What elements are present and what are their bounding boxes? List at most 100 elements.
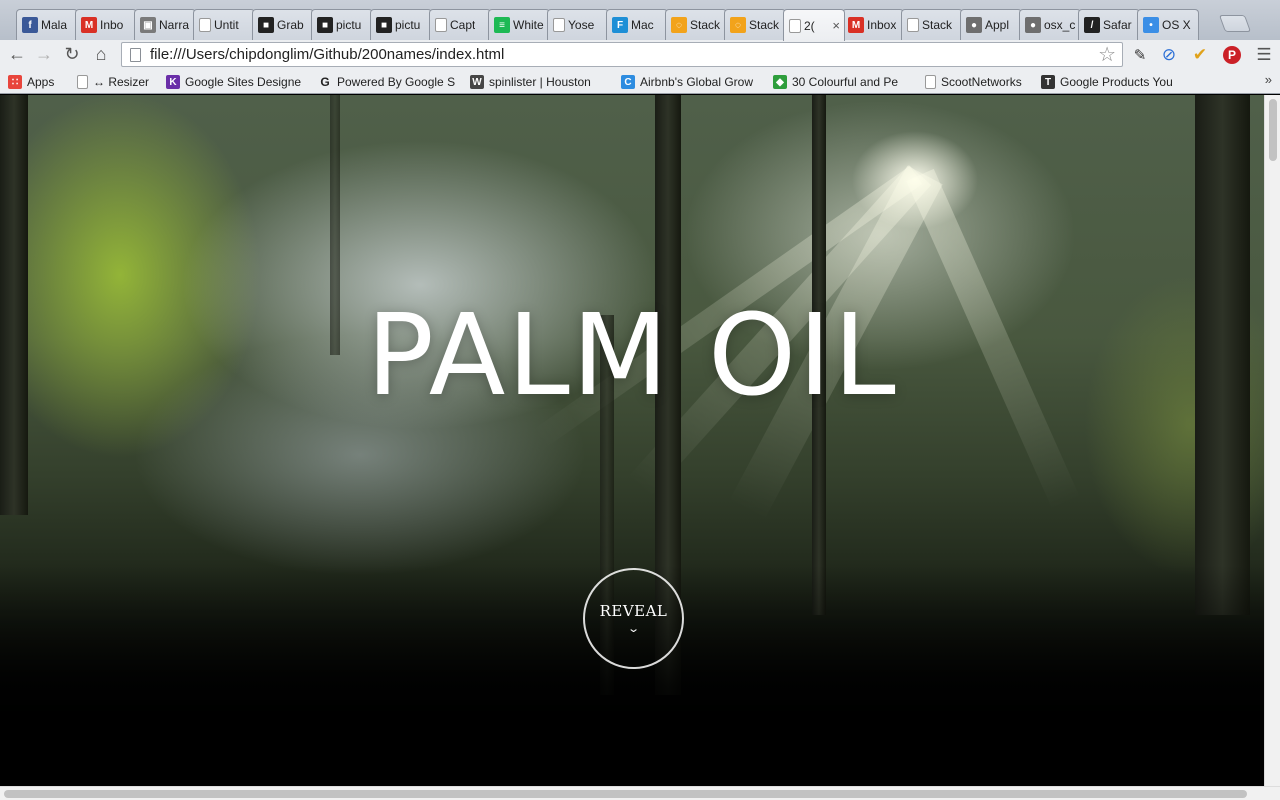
g-icon: G	[318, 75, 332, 89]
bookmark-star-icon[interactable]: ☆	[1098, 42, 1116, 67]
browser-tab[interactable]: ▣ Narra	[134, 9, 196, 40]
new-tab-button[interactable]	[1218, 15, 1252, 32]
reveal-button[interactable]: REVEAL ⌄	[583, 568, 684, 669]
tab-title: Inbo	[100, 18, 124, 32]
browser-tab[interactable]: Capt	[429, 9, 491, 40]
contact-icon: ▣	[140, 17, 156, 33]
close-tab-icon[interactable]: ×	[830, 18, 840, 33]
f-icon: F	[612, 17, 628, 33]
pinterest-icon[interactable]: P	[1221, 44, 1243, 66]
bookmark-label: Google Products You	[1060, 75, 1173, 89]
block-extension-icon[interactable]: ⊘	[1158, 44, 1180, 66]
browser-tab[interactable]: 2( ×	[783, 9, 845, 41]
browser-toolbar: ← → ↻ ⌂ ☆ ✎ ⊘ ✔ P ☰	[0, 40, 1280, 69]
bookmark-item[interactable]: K Google Sites Designe	[166, 73, 301, 91]
browser-tab[interactable]: ≡ White	[488, 9, 550, 40]
menu-icon[interactable]: ☰	[1253, 44, 1275, 66]
back-arrow-icon: ←	[8, 43, 26, 64]
tab-title: Safar	[1103, 18, 1132, 32]
tab-title: Untit	[214, 18, 239, 32]
bookmark-item[interactable]: ∷ Apps	[8, 73, 54, 91]
chevron-down-icon: ⌄	[627, 623, 640, 635]
browser-tab[interactable]: / Safar	[1078, 9, 1140, 40]
bookmark-item[interactable]: T Google Products You	[1041, 73, 1173, 91]
wordpress-icon: W	[470, 75, 484, 89]
bookmark-label: ↔ Resizer	[93, 75, 150, 89]
media-icon: ■	[258, 17, 274, 33]
browser-tab[interactable]: ● osx_c	[1019, 9, 1081, 40]
bookmark-item[interactable]: ↔ Resizer	[77, 73, 149, 91]
browser-tab[interactable]: ◌ Stack	[724, 9, 786, 40]
browser-tab[interactable]: • OS X	[1137, 9, 1199, 40]
tab-title: Mala	[41, 18, 68, 32]
page-hero: PALM OIL REVEAL ⌄	[0, 95, 1264, 786]
page-icon	[789, 18, 801, 33]
tab-title: pictu	[395, 18, 421, 32]
tab-title: Grab	[277, 18, 304, 32]
apple-icon: ●	[966, 17, 982, 33]
bookmark-label: Google Sites Designe	[185, 75, 302, 89]
k-icon: K	[166, 75, 180, 89]
bookmark-item[interactable]: C Airbnb's Global Grow	[621, 73, 753, 91]
bookmark-item[interactable]: ◆ 30 Colourful and Pe	[773, 73, 898, 91]
bookmark-label: 30 Colourful and Pe	[792, 75, 899, 89]
browser-tab[interactable]: M Inbox	[842, 9, 904, 40]
page-icon	[130, 47, 141, 62]
page-icon	[925, 75, 936, 89]
more-bookmarks-icon[interactable]: »	[1265, 72, 1272, 87]
apple-icon: ●	[1025, 17, 1041, 33]
tab-title: Inbox	[867, 18, 897, 32]
facebook-icon: f	[22, 17, 38, 33]
bookmark-label: spinlister | Houston	[489, 75, 591, 89]
bookmarks-bar: » ∷ Apps ↔ Resizer K Google Sites Designe G Po…	[0, 69, 1280, 94]
browser-tab[interactable]: ● Appl	[960, 9, 1022, 40]
horizontal-scrollbar[interactable]	[0, 786, 1280, 800]
browser-tab[interactable]: M Inbo	[75, 9, 137, 40]
browser-tab[interactable]: Untit	[193, 9, 255, 40]
bookmark-label: Powered By Google S	[337, 75, 456, 89]
reload-icon: ↻	[64, 43, 80, 64]
horizontal-scroll-thumb[interactable]	[4, 790, 1247, 798]
page-icon	[907, 18, 919, 32]
browser-tab[interactable]: ◌ Stack	[665, 9, 727, 40]
tab-title: Narra	[159, 18, 190, 32]
pin-icon: •	[1143, 17, 1159, 33]
address-bar[interactable]: ☆	[121, 42, 1123, 67]
browser-tab[interactable]: F Mac	[606, 9, 668, 40]
tab-title: Appl	[985, 18, 1010, 32]
forward-button[interactable]: →	[32, 43, 56, 65]
home-button[interactable]: ⌂	[89, 43, 113, 65]
reveal-label: REVEAL	[599, 602, 668, 620]
browser-tab[interactable]: ■ pictu	[370, 9, 432, 40]
page-icon	[553, 18, 565, 32]
tab-title: White	[513, 18, 544, 32]
tab-title: Stack	[922, 18, 953, 32]
browser-tab[interactable]: f Mala	[16, 9, 78, 40]
bookmark-item[interactable]: Wspinlister | Houston	[470, 73, 591, 91]
tab-title: Stack	[690, 18, 721, 32]
back-button[interactable]: ←	[5, 43, 29, 65]
tab-title: OS X	[1162, 18, 1191, 32]
address-input[interactable]	[150, 46, 1099, 63]
page-icon	[77, 75, 88, 89]
bookmark-label: Apps	[27, 75, 55, 89]
browser-tab[interactable]: ■ pictu	[311, 9, 373, 40]
browser-tab[interactable]: Stack	[901, 9, 963, 40]
tab-title: Capt	[450, 18, 476, 32]
color-extension-icon[interactable]: ✔	[1189, 44, 1211, 66]
browser-tab[interactable]: Yose	[547, 9, 609, 40]
reload-button[interactable]: ↻	[60, 43, 84, 65]
tab-title: Stack	[749, 18, 780, 32]
bookmark-item[interactable]: G Powered By Google S	[318, 73, 455, 91]
tab-strip: f Mala M Inbo ▣ Narra Untit ■ Grab ■ pictu ■ pictu Ca…	[0, 0, 1280, 41]
tab-title: 2(	[804, 18, 815, 33]
vertical-scrollbar[interactable]	[1264, 95, 1280, 786]
bookmark-item[interactable]: ScootNetworks	[925, 73, 1022, 91]
forward-arrow-icon: →	[35, 43, 53, 64]
vertical-scroll-thumb[interactable]	[1269, 99, 1277, 161]
eyedropper-extension-icon[interactable]: ✎	[1129, 44, 1151, 66]
spotify-icon: ≡	[494, 17, 510, 33]
c-icon: C	[621, 75, 635, 89]
media-icon: ■	[317, 17, 333, 33]
browser-tab[interactable]: ■ Grab	[252, 9, 314, 40]
